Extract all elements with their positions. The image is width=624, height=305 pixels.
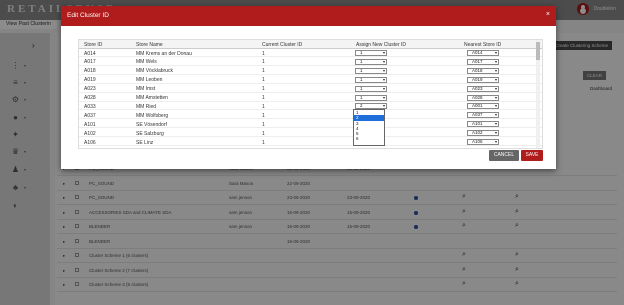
store-id-cell: A033 xyxy=(84,103,96,110)
dropdown-option[interactable]: 6 xyxy=(354,136,384,141)
store-name-cell: MM Wels xyxy=(136,59,157,66)
nearest-store-select[interactable]: A028 xyxy=(467,94,499,101)
column-header-assign-cluster[interactable]: Assign New Cluster ID xyxy=(356,42,406,48)
table-row: A102 SE Salzburg 1 A102 xyxy=(79,129,542,138)
column-header-store-id[interactable]: Store ID xyxy=(84,42,102,48)
store-id-cell: A102 xyxy=(84,130,96,137)
current-cluster-cell: 1 xyxy=(262,130,265,137)
current-cluster-cell: 1 xyxy=(262,103,265,110)
current-cluster-cell: 1 xyxy=(262,86,265,93)
assign-cluster-select[interactable]: 1 xyxy=(355,85,387,92)
current-cluster-cell: 1 xyxy=(262,59,265,66)
store-id-cell: A101 xyxy=(84,121,96,128)
store-id-cell: A037 xyxy=(84,112,96,119)
table-row: A033MM Ried12A001 xyxy=(79,102,542,111)
close-icon[interactable]: × xyxy=(546,11,550,18)
cluster-id-dropdown[interactable]: 123456 xyxy=(353,109,385,146)
assign-cluster-select[interactable]: 1 xyxy=(355,76,387,83)
table-row: A017 MM Wels 1 1 A017 xyxy=(79,58,542,66)
nearest-store-select[interactable]: A023 xyxy=(467,85,499,92)
nearest-store-select[interactable]: A101 xyxy=(467,121,499,128)
store-name-cell: MM Imst xyxy=(136,86,156,93)
table-row: A023 MM Imst 1 1 A023 xyxy=(79,85,542,93)
store-id-cell: A017 xyxy=(84,59,96,66)
assign-cluster-select[interactable]: 1 xyxy=(355,58,387,65)
column-header-current-cluster[interactable]: Current Cluster ID xyxy=(262,42,302,48)
current-cluster-cell: 1 xyxy=(262,77,265,84)
store-name-cell: SE Vösendorf xyxy=(136,121,167,128)
table-row: A018 MM Vöcklabruck 1 1 A018 xyxy=(79,67,542,75)
store-name-cell: MM Vöcklabruck xyxy=(136,68,173,75)
nearest-store-select[interactable]: A106 xyxy=(467,139,499,145)
nearest-store-select[interactable]: A102 xyxy=(467,130,499,137)
nearest-store-select[interactable]: A014 xyxy=(467,50,499,56)
current-cluster-cell: 1 xyxy=(262,95,265,101)
table-row: A019 MM Leoben 1 1 A019 xyxy=(79,76,542,84)
table-header: Store ID Store Name Current Cluster ID A… xyxy=(79,40,542,49)
store-name-cell: MM Krems an der Donau xyxy=(136,50,192,57)
column-header-store-name[interactable]: Store Name xyxy=(136,42,163,48)
store-id-cell: A028 xyxy=(84,95,96,101)
assign-cluster-select[interactable]: 1 xyxy=(355,50,387,56)
store-id-cell: A106 xyxy=(84,139,96,146)
table-scrollbar-thumb[interactable] xyxy=(536,42,540,60)
nearest-store-select[interactable]: A018 xyxy=(467,67,499,74)
modal-title: Edit Cluster ID xyxy=(67,12,109,19)
store-name-cell: MM Wolfsberg xyxy=(136,112,169,119)
nearest-store-select[interactable]: A001 xyxy=(467,103,499,110)
current-cluster-cell: 1 xyxy=(262,121,265,128)
nearest-store-select[interactable]: A019 xyxy=(467,76,499,83)
current-cluster-cell: 1 xyxy=(262,112,265,119)
table-row: A028 MM Amstetten 1 1 A028 xyxy=(79,94,542,102)
store-name-cell: MM Ried xyxy=(136,103,157,110)
store-id-cell: A014 xyxy=(84,50,96,57)
store-id-cell: A018 xyxy=(84,68,96,75)
save-button[interactable]: SAVE xyxy=(521,150,543,161)
current-cluster-cell: 1 xyxy=(262,139,265,146)
current-cluster-cell: 1 xyxy=(262,50,265,57)
nearest-store-select[interactable]: A017 xyxy=(467,58,499,65)
table-row: A101 SE Vösendorf 1 A101 xyxy=(79,120,542,129)
table-row: A014 MM Krems an der Donau 1 1 A014 xyxy=(79,49,542,57)
nearest-store-select[interactable]: A037 xyxy=(467,112,499,119)
table-row: A037 MM Wolfsberg 1 A037 xyxy=(79,111,542,120)
store-name-cell: MM Amstetten xyxy=(136,95,168,101)
assign-cluster-select[interactable]: 1 xyxy=(355,67,387,74)
cancel-button[interactable]: CANCEL xyxy=(489,150,519,161)
assign-cluster-select[interactable]: 1 xyxy=(355,94,387,101)
store-id-cell: A023 xyxy=(84,86,96,93)
table-row: A106 SE Linz 1 A106 xyxy=(79,138,542,146)
store-name-cell: MM Leoben xyxy=(136,77,163,84)
store-name-cell: SE Linz xyxy=(136,139,154,146)
column-header-nearest-store[interactable]: Nearest Store ID xyxy=(464,42,501,48)
edit-cluster-modal: Edit Cluster ID × Store ID Store Name Cu… xyxy=(61,6,556,169)
current-cluster-cell: 1 xyxy=(262,68,265,75)
cluster-table: Store ID Store Name Current Cluster ID A… xyxy=(78,39,543,149)
modal-header: Edit Cluster ID × xyxy=(61,6,556,26)
store-id-cell: A019 xyxy=(84,77,96,84)
store-name-cell: SE Salzburg xyxy=(136,130,164,137)
